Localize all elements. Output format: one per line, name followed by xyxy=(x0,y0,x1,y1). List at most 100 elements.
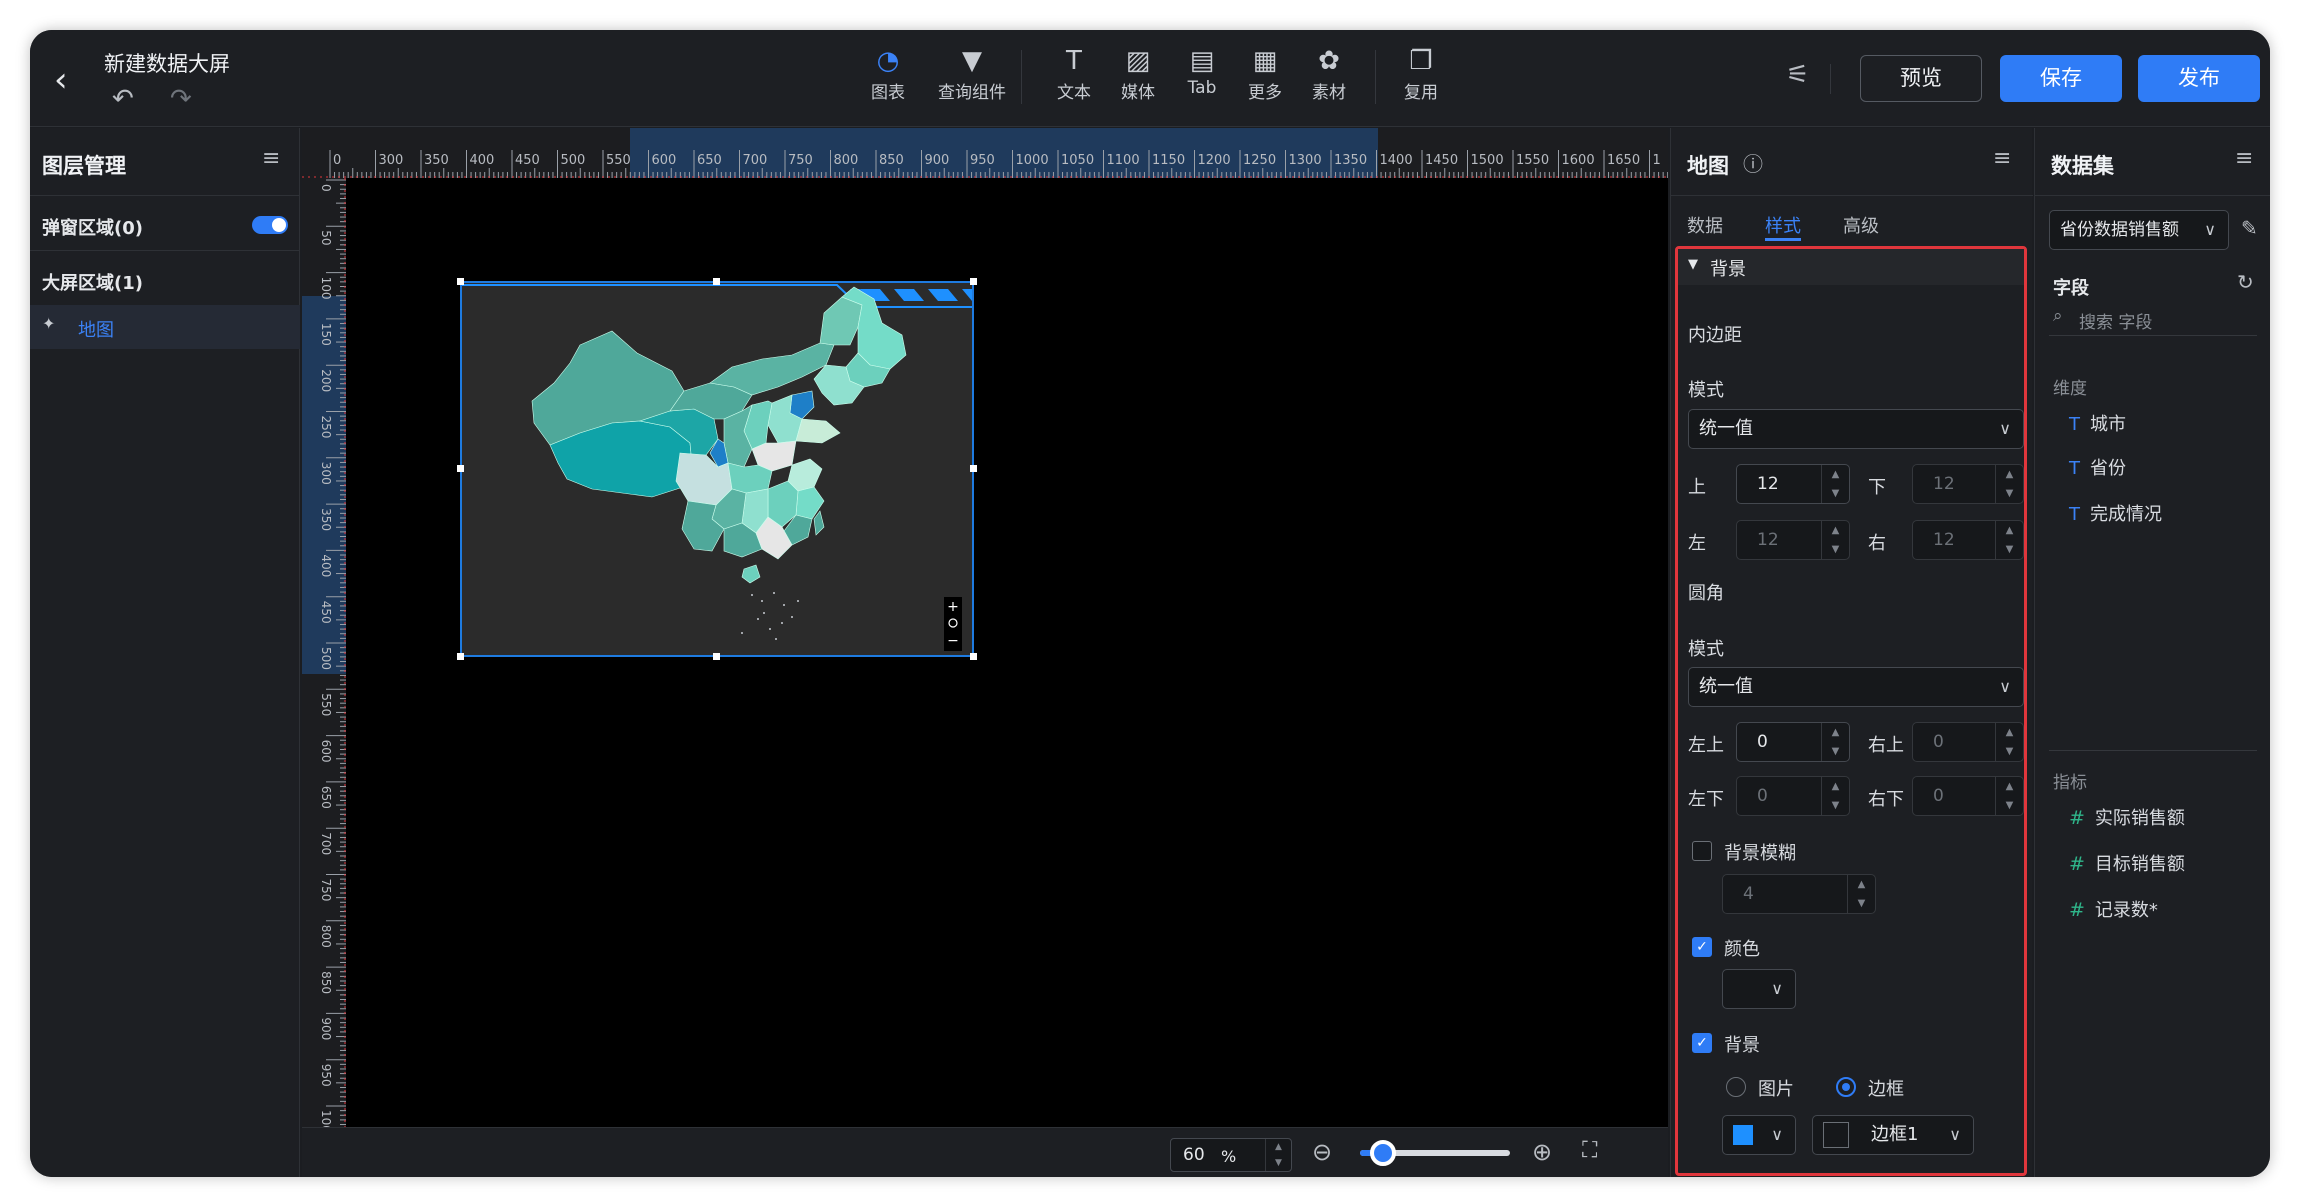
dimension-field-province[interactable]: T 省份 xyxy=(2069,454,2126,480)
resize-handle[interactable] xyxy=(457,653,464,660)
resize-handle[interactable] xyxy=(457,465,464,472)
map-zoom-in-icon[interactable]: + xyxy=(947,599,959,615)
color-checkbox[interactable]: ✓ xyxy=(1692,937,1712,957)
tab-data[interactable]: 数据 xyxy=(1687,212,1723,238)
popup-area-toggle[interactable] xyxy=(252,216,288,234)
resize-handle[interactable] xyxy=(713,278,720,285)
preview-button[interactable]: 预览 xyxy=(1860,55,1982,102)
measure-field-target-sales[interactable]: # 目标销售额 xyxy=(2069,850,2185,876)
section-header[interactable]: ▼ 背景 xyxy=(1678,249,2024,285)
resize-handle[interactable] xyxy=(970,465,977,472)
stepper-icon[interactable]: ▲ ▼ xyxy=(1821,521,1849,559)
ruler-tick-label: 200 xyxy=(319,369,333,392)
china-map[interactable]: + − xyxy=(462,283,972,655)
border-color-select[interactable]: ∨ xyxy=(1722,1115,1796,1155)
map-region-shandong[interactable] xyxy=(795,418,841,444)
radio-image-label: 图片 xyxy=(1758,1079,1794,1100)
dataset-select[interactable]: 省份数据销售额 ∨ xyxy=(2049,210,2229,250)
padding-bottom-input[interactable]: 12 ▲ ▼ xyxy=(1912,464,2024,504)
publish-button[interactable]: 发布 xyxy=(2138,55,2260,102)
settings-sliders-icon[interactable]: ⚟ xyxy=(1786,60,1809,90)
stepper-icon[interactable]: ▲ ▼ xyxy=(1995,723,2023,761)
background-checkbox[interactable]: ✓ xyxy=(1692,1033,1712,1053)
map-region-heilongjiang-west[interactable] xyxy=(819,296,863,346)
number-type-icon: # xyxy=(2069,899,2085,921)
resize-handle[interactable] xyxy=(970,653,977,660)
map-region-hainan[interactable] xyxy=(741,564,761,584)
zoom-out-icon[interactable]: ⊖ xyxy=(1312,1138,1332,1166)
fit-screen-icon[interactable]: ⛶ xyxy=(1582,1138,1597,1163)
undo-icon[interactable]: ↶ xyxy=(112,84,134,114)
radius-bl-input[interactable]: 0 ▲ ▼ xyxy=(1736,776,1850,816)
zoom-slider-knob[interactable] xyxy=(1369,1140,1396,1166)
stepper-icon[interactable]: ▲ ▼ xyxy=(1821,723,1849,761)
padding-mode-select[interactable]: 统一值 ∨ xyxy=(1688,409,2024,449)
stepper-icon[interactable]: ▲ ▼ xyxy=(1821,777,1849,815)
stepper-icon[interactable]: ▲ ▼ xyxy=(1995,521,2023,559)
resize-handle[interactable] xyxy=(713,653,720,660)
padding-right-input[interactable]: 12 ▲ ▼ xyxy=(1912,520,2024,560)
zoom-slider[interactable] xyxy=(1360,1140,1510,1166)
stepper-icon[interactable]: ▲ ▼ xyxy=(1995,777,2023,815)
tab-style[interactable]: 样式 xyxy=(1765,212,1801,238)
dimension-field-status[interactable]: T 完成情况 xyxy=(2069,500,2162,526)
vertical-ruler[interactable]: 0 50 100 150 200 250 300 350 400 450 500 550 600 650 7… xyxy=(302,178,346,1177)
layer-item-map[interactable]: ✦ 地图 xyxy=(30,305,300,349)
field-search-input[interactable]: ⌕ 搜索 字段 xyxy=(2049,300,2257,336)
zoom-stepper-icon[interactable]: ▲ ▼ xyxy=(1265,1139,1291,1171)
measures-title: 指标 xyxy=(2053,773,2087,793)
padding-left-label: 左 xyxy=(1688,533,1706,554)
tool-chart[interactable]: ◔ 图表 xyxy=(848,44,928,103)
blur-input[interactable]: 4 ▲ ▼ xyxy=(1722,874,1876,914)
tool-query[interactable]: ▼ 查询组件 xyxy=(932,44,1012,103)
ruler-tick-label: 400 xyxy=(470,153,495,168)
radius-tl-input[interactable]: 0 ▲ ▼ xyxy=(1736,722,1850,762)
measure-field-record-count[interactable]: # 记录数* xyxy=(2069,896,2158,922)
radius-mode-select[interactable]: 统一值 ∨ xyxy=(1688,667,2024,707)
layer-panel: 图层管理 ≡ 弹窗区域(0) 大屏区域(1) ✦ 地图 xyxy=(30,128,300,1177)
stepper-icon[interactable]: ▲ ▼ xyxy=(1995,465,2023,503)
screen-title[interactable]: 新建数据大屏 xyxy=(104,48,230,78)
tab-advanced[interactable]: 高级 xyxy=(1843,212,1879,238)
color-picker-select[interactable]: ∨ xyxy=(1722,969,1796,1009)
stepper-icon[interactable]: ▲ ▼ xyxy=(1847,875,1875,913)
zoom-in-icon[interactable]: ⊕ xyxy=(1532,1138,1552,1166)
map-region-taiwan[interactable] xyxy=(813,510,825,536)
radius-br-input[interactable]: 0 ▲ ▼ xyxy=(1912,776,2024,816)
back-arrow-icon[interactable]: ‹ xyxy=(54,60,68,100)
ruler-tick-label: 850 xyxy=(879,153,904,168)
redo-icon[interactable]: ↷ xyxy=(170,84,192,114)
measure-field-actual-sales[interactable]: # 实际销售额 xyxy=(2069,804,2185,830)
resize-handle[interactable] xyxy=(457,278,464,285)
vertical-ruler-ticks: 0 50 100 150 200 250 300 350 400 450 500 550 600 650 7… xyxy=(319,178,346,1177)
dimension-field-city[interactable]: T 城市 xyxy=(2069,410,2126,436)
filter-icon: ▼ xyxy=(962,46,982,76)
edit-pencil-icon[interactable]: ✎ xyxy=(2241,216,2258,240)
padding-left-input[interactable]: 12 ▲ ▼ xyxy=(1736,520,1850,560)
tool-material[interactable]: ✿ 素材 xyxy=(1289,44,1369,103)
radius-tr-input[interactable]: 0 ▲ ▼ xyxy=(1912,722,2024,762)
border-style-select[interactable]: 边框1 ∨ xyxy=(1812,1115,1974,1155)
refresh-icon[interactable]: ↻ xyxy=(2237,270,2254,294)
padding-top-input[interactable]: 12 ▲ ▼ xyxy=(1736,464,1850,504)
map-layer-icon: ✦ xyxy=(42,314,56,333)
stepper-icon[interactable]: ▲ ▼ xyxy=(1821,465,1849,503)
info-icon[interactable]: ⓘ xyxy=(1743,148,1763,177)
map-zoom-out-icon[interactable]: − xyxy=(947,633,959,649)
radio-image[interactable] xyxy=(1726,1077,1746,1097)
menu-icon[interactable]: ≡ xyxy=(2235,146,2253,171)
editor-canvas[interactable]: 0 300 350 400 450 500 550 600 650 700 750 800 850 900… xyxy=(302,128,1668,1177)
ruler-tick-label: 1200 xyxy=(1198,153,1231,168)
radio-border[interactable] xyxy=(1836,1077,1856,1097)
menu-icon[interactable]: ≡ xyxy=(262,146,280,171)
resize-handle[interactable] xyxy=(970,278,977,285)
blur-checkbox[interactable] xyxy=(1692,841,1712,861)
map-component[interactable]: + − xyxy=(460,281,974,657)
popup-area-label: 弹窗区域(0) xyxy=(42,218,143,239)
menu-icon[interactable]: ≡ xyxy=(1993,146,2011,171)
radius-tl-label: 左上 xyxy=(1688,735,1724,756)
horizontal-ruler[interactable]: 0 300 350 400 450 500 550 600 650 700 750 800 850 900… xyxy=(302,128,1668,178)
zoom-percent-input[interactable]: 60 % ▲ ▼ xyxy=(1170,1138,1292,1172)
tool-reuse[interactable]: ❐ 复用 xyxy=(1381,44,1461,103)
save-button[interactable]: 保存 xyxy=(2000,55,2122,102)
